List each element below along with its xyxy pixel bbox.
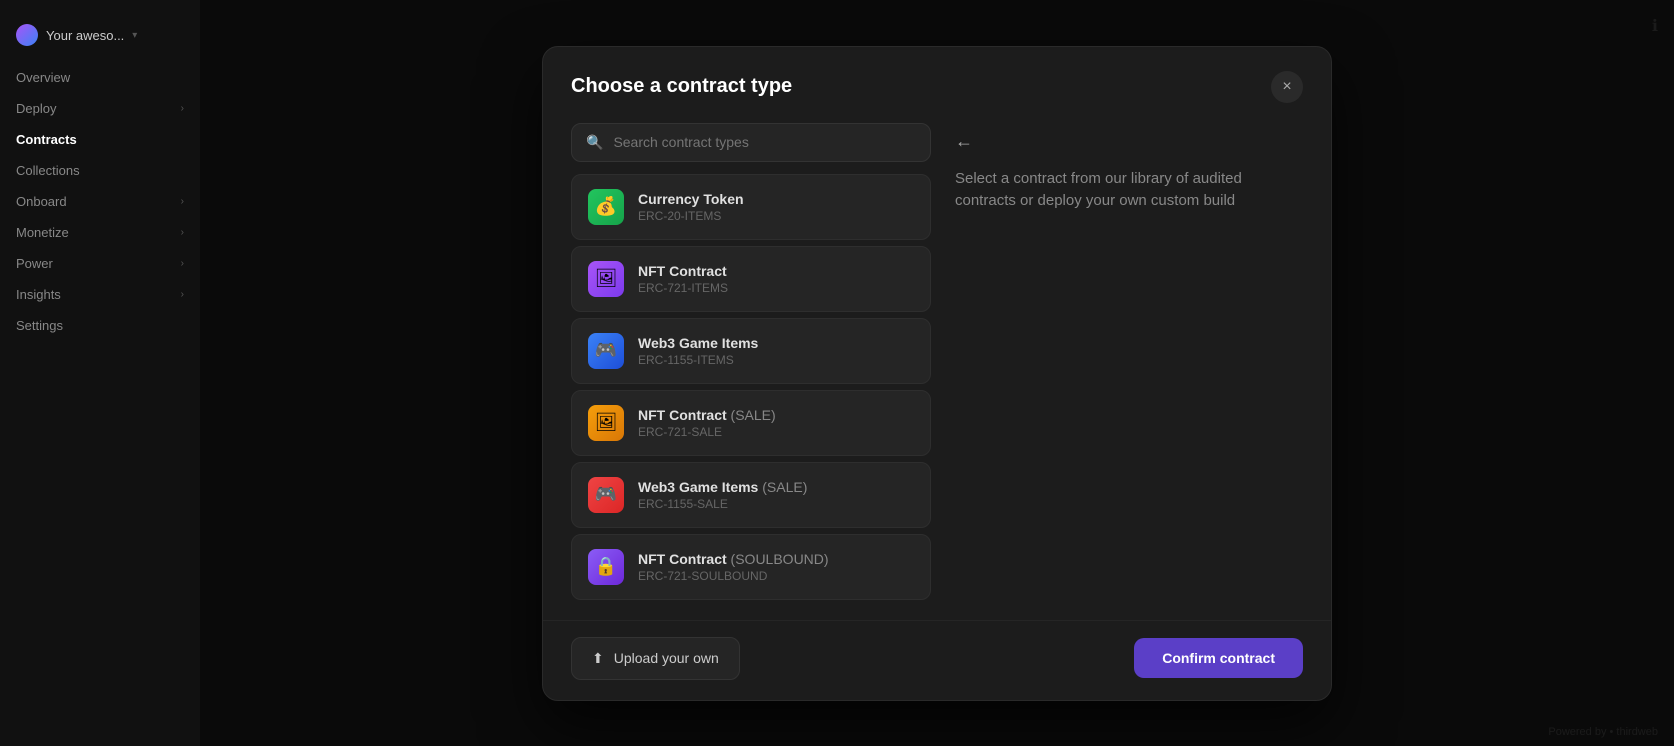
close-button[interactable]: × — [1271, 71, 1303, 103]
contract-icon: 🖼 — [588, 261, 624, 297]
sidebar-item-label: Collections — [16, 163, 80, 178]
contract-icon: 🎮 — [588, 477, 624, 513]
modal: Choose a contract type × 🔍 💰 Currency Tok… — [542, 46, 1332, 701]
chevron-icon: › — [181, 103, 184, 114]
sidebar-item-label: Monetize — [16, 225, 69, 240]
left-panel: 🔍 💰 Currency Token ERC-20-ITEMS 🖼 NFT Contra… — [571, 123, 931, 600]
sidebar-item-label: Contracts — [16, 132, 77, 147]
contract-item[interactable]: 💰 Currency Token ERC-20-ITEMS — [571, 174, 931, 240]
right-hint-text: Select a contract from our library of au… — [955, 168, 1303, 213]
sidebar-item-contracts[interactable]: Contracts — [0, 124, 200, 155]
modal-body: 🔍 💰 Currency Token ERC-20-ITEMS 🖼 NFT Contra… — [543, 103, 1331, 620]
modal-header: Choose a contract type × — [543, 47, 1331, 103]
sidebar-item-onboard[interactable]: Onboard › — [0, 186, 200, 217]
contract-item[interactable]: 🖼 NFT Contract ERC-721-ITEMS — [571, 246, 931, 312]
chevron-icon: › — [181, 227, 184, 238]
contract-type: ERC-1155-SALE — [638, 497, 807, 511]
chevron-icon: › — [181, 289, 184, 300]
sidebar-item-deploy[interactable]: Deploy › — [0, 93, 200, 124]
sidebar-item-power[interactable]: Power › — [0, 248, 200, 279]
contract-icon: 🔒 — [588, 549, 624, 585]
sidebar-item-settings[interactable]: Settings — [0, 310, 200, 341]
search-input[interactable] — [613, 134, 916, 150]
contract-list: 💰 Currency Token ERC-20-ITEMS 🖼 NFT Contract… — [571, 174, 931, 600]
sidebar: Your aweso... ▾ Overview Deploy › Contracts… — [0, 0, 200, 746]
sidebar-nav: Overview Deploy › Contracts Collections Onboa… — [0, 62, 200, 341]
contract-type: ERC-721-SALE — [638, 425, 776, 439]
contract-info: Currency Token ERC-20-ITEMS — [638, 191, 744, 223]
app-title: Your aweso... — [46, 28, 124, 43]
contract-name: NFT Contract — [638, 263, 728, 279]
sidebar-header: Your aweso... ▾ — [0, 16, 200, 62]
contract-tag: (SALE) — [758, 479, 807, 495]
confirm-button[interactable]: Confirm contract — [1134, 638, 1303, 678]
contract-tag: (SOULBOUND) — [727, 551, 829, 567]
avatar — [16, 24, 38, 46]
back-button[interactable]: ← — [955, 127, 1303, 156]
sidebar-item-insights[interactable]: Insights › — [0, 279, 200, 310]
contract-name: Web3 Game Items (SALE) — [638, 479, 807, 495]
sidebar-item-label: Overview — [16, 70, 70, 85]
sidebar-item-label: Settings — [16, 318, 63, 333]
chevron-icon: › — [181, 196, 184, 207]
contract-type: ERC-721-ITEMS — [638, 281, 728, 295]
contract-name: NFT Contract (SOULBOUND) — [638, 551, 829, 567]
search-bar: 🔍 — [571, 123, 931, 162]
sidebar-item-label: Onboard — [16, 194, 67, 209]
contract-item[interactable]: 🖼 NFT Contract (SALE) ERC-721-SALE — [571, 390, 931, 456]
contract-icon: 🎮 — [588, 333, 624, 369]
search-icon: 🔍 — [586, 134, 603, 151]
sidebar-item-collections[interactable]: Collections — [0, 155, 200, 186]
contract-info: NFT Contract (SOULBOUND) ERC-721-SOULBOUN… — [638, 551, 829, 583]
upload-label: Upload your own — [614, 650, 719, 666]
contract-item[interactable]: 🔒 NFT Contract (SOULBOUND) ERC-721-SOULBOU… — [571, 534, 931, 600]
contract-info: Web3 Game Items (SALE) ERC-1155-SALE — [638, 479, 807, 511]
sidebar-item-monetize[interactable]: Monetize › — [0, 217, 200, 248]
contract-type: ERC-721-SOULBOUND — [638, 569, 829, 583]
main-content: ℹ Choose a contract type × 🔍 💰Currency T… — [200, 0, 1674, 746]
contract-name: NFT Contract (SALE) — [638, 407, 776, 423]
modal-title: Choose a contract type — [571, 75, 792, 98]
modal-footer: ⬆ Upload your own Confirm contract — [543, 620, 1331, 700]
upload-button[interactable]: ⬆ Upload your own — [571, 637, 740, 680]
sidebar-item-label: Power — [16, 256, 53, 271]
upload-icon: ⬆ — [592, 650, 604, 667]
contract-type: ERC-1155-ITEMS — [638, 353, 758, 367]
contract-item[interactable]: 🎮 Web3 Game Items ERC-1155-ITEMS — [571, 318, 931, 384]
contract-info: NFT Contract ERC-721-ITEMS — [638, 263, 728, 295]
right-panel: ← Select a contract from our library of … — [955, 123, 1303, 600]
contract-icon: 🖼 — [588, 405, 624, 441]
contract-item[interactable]: 🎮 Web3 Game Items (SALE) ERC-1155-SALE — [571, 462, 931, 528]
sidebar-item-label: Insights — [16, 287, 61, 302]
contract-name: Currency Token — [638, 191, 744, 207]
contract-info: NFT Contract (SALE) ERC-721-SALE — [638, 407, 776, 439]
modal-overlay: Choose a contract type × 🔍 💰 Currency Tok… — [200, 0, 1674, 746]
sidebar-item-label: Deploy — [16, 101, 56, 116]
contract-name: Web3 Game Items — [638, 335, 758, 351]
contract-tag: (SALE) — [727, 407, 776, 423]
sidebar-item-overview[interactable]: Overview — [0, 62, 200, 93]
contract-icon: 💰 — [588, 189, 624, 225]
chevron-icon: › — [181, 258, 184, 269]
contract-type: ERC-20-ITEMS — [638, 209, 744, 223]
chevron-down-icon: ▾ — [132, 30, 137, 41]
contract-info: Web3 Game Items ERC-1155-ITEMS — [638, 335, 758, 367]
